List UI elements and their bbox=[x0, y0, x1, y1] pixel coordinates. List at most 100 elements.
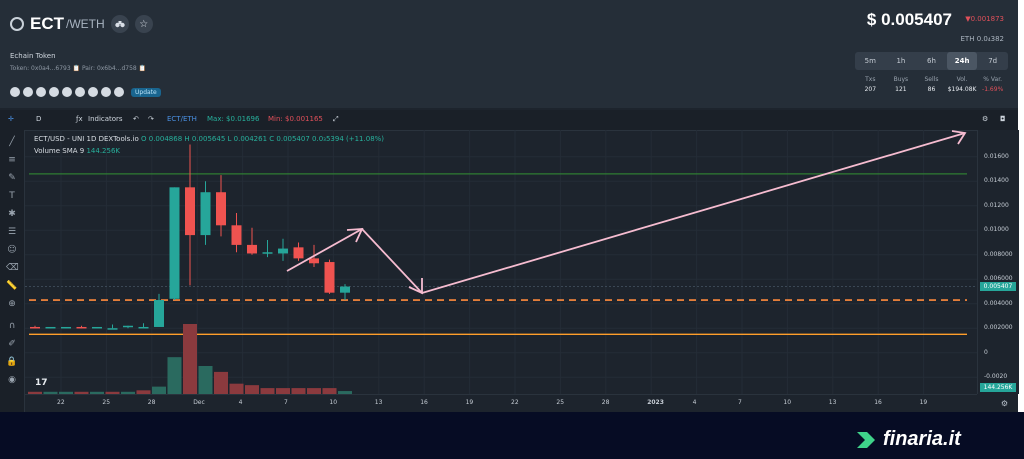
y-tick-label: 0.008000 bbox=[984, 250, 1013, 258]
x-tick-label: 4 bbox=[238, 399, 243, 406]
pattern-icon[interactable]: ✱ bbox=[6, 208, 18, 220]
price-axis[interactable]: 0.01600 0.01400 0.01200 0.01000 0.008000 0.00… bbox=[977, 130, 1019, 394]
star-icon[interactable]: ☆ bbox=[134, 15, 153, 33]
x-tick-label: 13 bbox=[828, 399, 837, 406]
price-change: ▼0.001873 bbox=[965, 15, 1004, 23]
indicators-icon: ƒx bbox=[76, 115, 83, 123]
update-button[interactable]: Update bbox=[131, 87, 161, 97]
candle-body bbox=[107, 328, 118, 330]
trendline-icon[interactable]: ╱ bbox=[6, 136, 18, 148]
brand-text: finaria.it bbox=[883, 428, 961, 450]
x-tick-label: 10 bbox=[329, 399, 338, 406]
brush-icon[interactable]: ✎ bbox=[6, 172, 18, 184]
x-tick-label: 16 bbox=[420, 399, 428, 406]
volume-legend: Volume SMA 9 144.256K bbox=[34, 147, 120, 155]
legend-change: 0.0₃5394 (+11.08%) bbox=[312, 135, 385, 143]
x-tick-label: 19 bbox=[919, 399, 928, 406]
discord-icon[interactable] bbox=[88, 87, 98, 97]
emoji-icon[interactable]: ☺ bbox=[6, 244, 18, 256]
volume-bar bbox=[214, 371, 228, 394]
crosshair-icon[interactable]: ✛ bbox=[8, 115, 14, 123]
interval-button[interactable]: D bbox=[36, 115, 41, 123]
volume-badge: 144.256K bbox=[980, 383, 1016, 392]
timeframe-6h[interactable]: 6h bbox=[916, 52, 947, 70]
stat-label: Vol. bbox=[956, 76, 968, 83]
app: ECT /WETH ☆ Echain Token Token: 0x0a4...… bbox=[0, 0, 1024, 459]
stat-sells: Sells 86 bbox=[916, 76, 947, 93]
x-tick-label: 28 bbox=[601, 399, 610, 406]
volume-bar bbox=[198, 366, 213, 394]
y-tick-label: 0.004000 bbox=[984, 299, 1013, 307]
email-icon[interactable] bbox=[114, 87, 124, 97]
pair-title: ECT /WETH ☆ bbox=[10, 14, 153, 34]
zoom-icon[interactable]: ⊕ bbox=[6, 298, 18, 310]
time-axis[interactable]: 22 25 28 Dec 4 7 10 13 16 19 22 25 28 2023 4 7 10 13 16 19 bbox=[25, 394, 977, 413]
fib-icon[interactable]: ☰ bbox=[6, 226, 18, 238]
telegram-icon[interactable] bbox=[49, 87, 59, 97]
lock-icon[interactable]: 🔒 bbox=[6, 356, 18, 368]
quote-symbol: /WETH bbox=[66, 17, 105, 31]
x-tick-label: 25 bbox=[102, 399, 111, 406]
volume-bar bbox=[183, 324, 197, 394]
y-tick-label: -0.0020 bbox=[984, 373, 1008, 381]
drawing-tools: ╱ ≡ ✎ T ✱ ☰ ☺ ⌫ 📏 ⊕ ∩ ✐ 🔒 ◉ bbox=[0, 130, 25, 412]
x-tick-label: 13 bbox=[374, 399, 383, 406]
timeframe-7d[interactable]: 7d bbox=[977, 52, 1008, 70]
stat-value: $194.08K bbox=[947, 86, 977, 93]
candle-body bbox=[169, 187, 180, 299]
stat-value: 207 bbox=[864, 86, 877, 93]
volume-bar bbox=[229, 383, 244, 394]
candle-body bbox=[138, 326, 149, 329]
token-symbol: ECT bbox=[30, 14, 64, 33]
token-meta: Token: 0x0a4...6793 📋 Pair: 0x6b4...d758… bbox=[10, 65, 147, 72]
binoculars-icon[interactable] bbox=[110, 15, 129, 33]
website-icon[interactable] bbox=[36, 87, 46, 97]
token-name: Echain Token bbox=[10, 52, 56, 60]
legend-high: H 0.005645 bbox=[184, 135, 226, 143]
camera-icon[interactable]: ◘ bbox=[1000, 115, 1006, 123]
indicators-button[interactable]: Indicators bbox=[88, 115, 123, 123]
candle-body bbox=[340, 286, 350, 293]
pencil-lock-icon[interactable]: ✐ bbox=[6, 338, 18, 350]
candle-body bbox=[247, 244, 257, 254]
magnet-icon[interactable]: ∩ bbox=[6, 320, 18, 332]
timeframe-24h[interactable]: 24h bbox=[946, 52, 978, 70]
fullscreen-icon[interactable]: ⤢ bbox=[333, 115, 339, 124]
pair-button[interactable]: ECT/ETH bbox=[167, 115, 197, 123]
last-price-badge: 0.005407 bbox=[980, 282, 1016, 292]
candle-body bbox=[293, 247, 304, 259]
settings-icon[interactable]: ⚙ bbox=[982, 115, 988, 123]
candle-body bbox=[262, 252, 273, 254]
x-tick-label: Dec bbox=[193, 399, 205, 406]
social-links: Update bbox=[10, 87, 161, 97]
text-icon[interactable]: T bbox=[6, 190, 18, 202]
x-tick-label: 7 bbox=[738, 399, 742, 406]
price-chart[interactable]: 17 bbox=[25, 130, 977, 394]
coingecko-icon[interactable] bbox=[10, 87, 20, 97]
x-tick-label: 28 bbox=[147, 399, 156, 406]
stat-label: % Var. bbox=[983, 76, 1003, 83]
y-tick-label: 0.01200 bbox=[984, 201, 1009, 209]
gear-icon[interactable]: ⚙ bbox=[1001, 399, 1008, 408]
timeframe-5m[interactable]: 5m bbox=[855, 52, 886, 70]
y-tick-label: 0.01600 bbox=[984, 152, 1009, 160]
max-price: Max: $0.01696 bbox=[207, 115, 260, 123]
candle-body bbox=[309, 258, 319, 264]
undo-icon[interactable]: ↶ bbox=[133, 115, 139, 123]
coinmarketcap-icon[interactable] bbox=[75, 87, 85, 97]
eye-icon[interactable]: ◉ bbox=[6, 374, 18, 386]
candle-body bbox=[278, 248, 288, 254]
stat-label: Sells bbox=[924, 76, 939, 83]
ruler-icon[interactable]: 📏 bbox=[6, 280, 18, 292]
twitter-icon[interactable] bbox=[62, 87, 72, 97]
globe-icon[interactable] bbox=[23, 87, 33, 97]
github-icon[interactable] bbox=[101, 87, 111, 97]
x-tick-label: 2023 bbox=[647, 399, 664, 406]
legend-close: C 0.005407 bbox=[269, 135, 310, 143]
horizontal-lines-icon[interactable]: ≡ bbox=[6, 154, 18, 166]
redo-icon[interactable]: ↷ bbox=[148, 115, 154, 123]
timeframe-1h[interactable]: 1h bbox=[886, 52, 917, 70]
x-tick-label: 22 bbox=[57, 399, 65, 406]
eraser-icon[interactable]: ⌫ bbox=[6, 262, 19, 274]
current-price: $ 0.005407 bbox=[866, 10, 952, 29]
